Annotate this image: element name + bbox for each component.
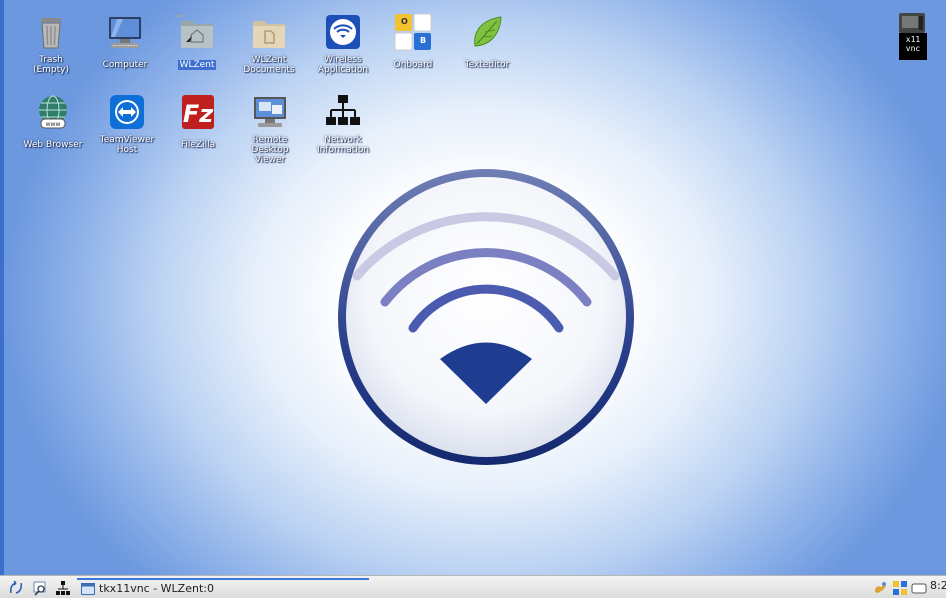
teamviewer-icon [110, 95, 144, 129]
desktop-icon-computer[interactable]: Computer [88, 12, 162, 71]
desktop-icon-wlzent[interactable]: WLZent [160, 12, 234, 71]
desktop-icon-texteditor[interactable]: Texteditor [450, 12, 524, 71]
desktop-icon-label: Texteditor [464, 60, 510, 70]
desktop-icon-label: WLZent [177, 60, 217, 70]
start-menu-icon[interactable] [8, 580, 24, 596]
wifi-icon [326, 15, 360, 49]
network-icon [326, 95, 360, 125]
window-icon [81, 583, 95, 595]
desktop-icon-teamviewer-host[interactable]: TeamViewer Host [90, 92, 164, 156]
network-icon[interactable] [55, 580, 71, 596]
desktop-icon-wlzent-documents[interactable]: WLZent Documents [232, 12, 306, 76]
onboard-key-o: O [401, 17, 408, 26]
keyboard-tray-icon[interactable] [911, 580, 927, 596]
search-icon[interactable] [32, 580, 48, 596]
taskbar-task-tkx11vnc[interactable]: tkx11vnc - WLZent:0 [77, 578, 369, 598]
onboard-key-b: B [420, 36, 427, 45]
onboard-tray-icon[interactable] [892, 580, 908, 596]
task-title: tkx11vnc - WLZent:0 [99, 582, 214, 595]
svg-text:www: www [46, 121, 61, 128]
desktop-icon-label: Onboard [393, 60, 433, 70]
desktop-icon-label: WLZent Documents [243, 55, 295, 75]
clock: 8:2 [930, 579, 946, 592]
desktop-icon-remote-desktop-viewer[interactable]: Remote Desktop Viewer [233, 92, 307, 166]
desktop-icon-web-browser[interactable]: www Web Browser [16, 92, 90, 151]
computer-icon [109, 17, 141, 48]
x11vnc-tray-icon[interactable]: x11 vnc [898, 11, 928, 61]
home-folder-icon [177, 15, 213, 48]
desktop-icon-label: Web Browser [23, 140, 83, 150]
desktop-icon-label: Wireless Application [317, 55, 369, 75]
svg-text:Fz: Fz [183, 100, 214, 128]
remote-desktop-icon [254, 97, 286, 127]
desktop-icon-label: Computer [102, 60, 148, 70]
desktop-icon-wireless-application[interactable]: Wireless Application [306, 12, 380, 76]
desktop: Trash (Empty) Computer WLZent WLZent Doc… [0, 0, 946, 575]
desktop-icon-network-information[interactable]: Network Information [306, 92, 380, 156]
globe-icon: www [39, 95, 67, 129]
taskbar: tkx11vnc - WLZent:0 8:2 [0, 575, 946, 598]
hand-tray-icon[interactable] [872, 580, 888, 596]
documents-folder-icon [253, 21, 285, 48]
desktop-icon-trash[interactable]: Trash (Empty) [14, 12, 88, 76]
desktop-icon-label: TeamViewer Host [99, 135, 155, 155]
desktop-icon-label: Trash (Empty) [32, 55, 70, 75]
trash-icon [41, 18, 61, 49]
onboard-keyboard-icon [394, 13, 432, 51]
wallpaper-wifi-logo [338, 169, 634, 465]
desktop-icon-label: Remote Desktop Viewer [251, 135, 289, 165]
filezilla-icon: Fz [182, 95, 214, 129]
x11vnc-label: x11 vnc [905, 35, 921, 53]
desktop-icon-label: Network Information [316, 135, 370, 155]
desktop-icon-onboard[interactable]: O B Onboard [376, 12, 450, 71]
desktop-icon-label: FileZilla [180, 140, 216, 150]
desktop-icon-filezilla[interactable]: Fz FileZilla [161, 92, 235, 151]
text-editor-icon [474, 16, 502, 47]
